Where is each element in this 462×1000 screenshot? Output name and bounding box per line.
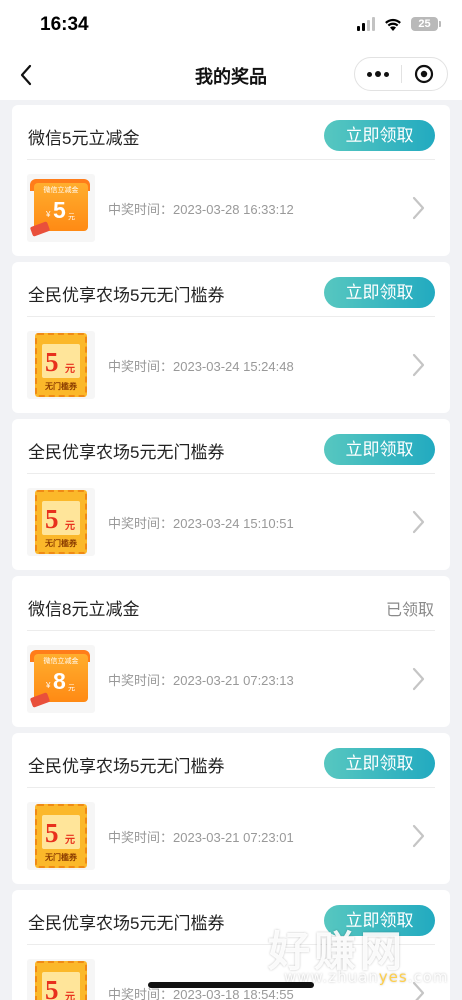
chevron-right-icon[interactable] xyxy=(412,666,426,692)
card-divider xyxy=(27,630,435,631)
prize-card[interactable]: 全民优享农场5元无门槛券 立即领取 5 元无门槛券 中奖时间：2023-03-21 07… xyxy=(12,733,450,884)
win-time: 中奖时间：2023-03-24 15:24:48 xyxy=(108,359,294,374)
claim-now-button[interactable]: 立即领取 xyxy=(324,120,435,151)
coupon-ribbon xyxy=(29,221,51,237)
prize-card[interactable]: 微信8元立减金 已领取微信立减金 ¥8 元中奖时间：2023-03-21 07:23:… xyxy=(12,576,450,727)
claim-now-button[interactable]: 立即领取 xyxy=(324,277,435,308)
close-target-icon[interactable] xyxy=(401,58,447,90)
wifi-icon xyxy=(385,18,401,31)
prize-thumbnail: 微信立减金 ¥8 元 xyxy=(27,645,95,713)
battery-icon: 25 xyxy=(411,17,441,31)
claimed-status: 已领取 xyxy=(385,602,434,619)
farm-coupon-image: 5元无门槛券 xyxy=(35,961,87,1000)
status-time: 16:34 xyxy=(40,14,89,35)
prize-title: 全民优享农场5元无门槛券 xyxy=(28,286,225,305)
mini-program-capsule xyxy=(354,57,448,91)
site-watermark: 好赚网 www.zhuanyes.com xyxy=(262,918,450,990)
prize-thumbnail: 5元无门槛券 xyxy=(27,488,95,556)
prize-thumbnail: 5元无门槛券 xyxy=(27,331,95,399)
farm-coupon-image: 5元无门槛券 xyxy=(35,333,87,397)
claim-now-button[interactable]: 立即领取 xyxy=(324,434,435,465)
status-indicators: 25 xyxy=(357,16,441,32)
prize-card[interactable]: 微信5元立减金 立即领取微信立减金 ¥5 元中奖时间：2023-03-28 16:33… xyxy=(12,105,450,256)
card-divider xyxy=(27,787,435,788)
win-time: 中奖时间：2023-03-21 07:23:13 xyxy=(108,673,294,688)
prize-thumbnail: 微信立减金 ¥5 元 xyxy=(27,174,95,242)
status-bar: 16:34 25 xyxy=(0,0,462,50)
win-time: 中奖时间：2023-03-28 16:33:12 xyxy=(108,202,294,217)
home-indicator xyxy=(148,982,314,988)
signal-icon xyxy=(357,17,375,31)
card-divider xyxy=(27,316,435,317)
chevron-right-icon[interactable] xyxy=(412,823,426,849)
coupon-ribbon xyxy=(29,692,51,708)
claim-now-button[interactable]: 立即领取 xyxy=(324,748,435,779)
prize-thumbnail: 5元无门槛券 xyxy=(27,959,95,1000)
chevron-right-icon[interactable] xyxy=(412,509,426,535)
prize-title: 微信5元立减金 xyxy=(28,129,140,148)
win-time: 中奖时间：2023-03-24 15:10:51 xyxy=(108,516,294,531)
card-divider xyxy=(27,473,435,474)
chevron-right-icon[interactable] xyxy=(412,195,426,221)
chevron-right-icon[interactable] xyxy=(412,352,426,378)
farm-coupon-image: 5元无门槛券 xyxy=(35,804,87,868)
prize-thumbnail: 5元无门槛券 xyxy=(27,802,95,870)
prize-title: 全民优享农场5元无门槛券 xyxy=(28,443,225,462)
prize-title: 微信8元立减金 xyxy=(28,600,140,619)
farm-coupon-image: 5元无门槛券 xyxy=(35,490,87,554)
prize-card[interactable]: 全民优享农场5元无门槛券 立即领取 5 元无门槛券 中奖时间：2023-03-24 15… xyxy=(12,419,450,570)
card-divider xyxy=(27,159,435,160)
prize-title: 全民优享农场5元无门槛券 xyxy=(28,757,225,776)
more-dots-icon[interactable] xyxy=(355,58,401,90)
win-time: 中奖时间：2023-03-21 07:23:01 xyxy=(108,830,294,845)
nav-bar: 我的奖品 xyxy=(0,50,462,100)
prize-card[interactable]: 全民优享农场5元无门槛券 立即领取 5 元无门槛券 中奖时间：2023-03-24 15… xyxy=(12,262,450,413)
prize-title: 全民优享农场5元无门槛券 xyxy=(28,914,225,933)
